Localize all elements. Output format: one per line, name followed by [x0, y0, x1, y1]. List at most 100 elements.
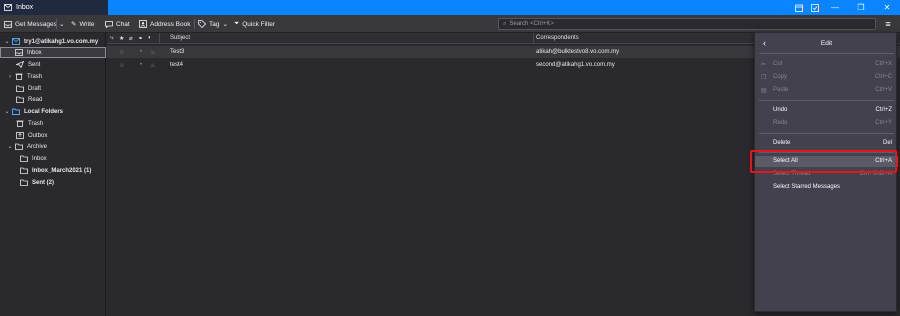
toolbar-divider [194, 19, 195, 29]
read-column-icon[interactable]: ⚭ [138, 35, 143, 42]
close-icon[interactable]: ✕ [876, 0, 898, 15]
menu-item-undo-shortcut: Ctrl+Z [875, 107, 893, 113]
attachment-column-icon[interactable]: ⌀ [129, 35, 133, 42]
menu-item-undo[interactable]: Undo Ctrl+Z [755, 105, 898, 116]
menu-divider [759, 100, 894, 101]
folder-sent-label: Sent [28, 61, 41, 68]
junk-icon[interactable]: ♨ [150, 49, 155, 56]
search-icon: ⌕ [503, 20, 507, 27]
folder-archive-sent-label: Sent (2) [32, 179, 55, 186]
folder-sent[interactable]: Sent [0, 59, 106, 70]
tab-inbox[interactable]: Inbox [0, 0, 108, 15]
menu-item-delete-label: Delete [773, 140, 791, 146]
menu-item-undo-label: Undo [773, 107, 788, 113]
junk-icon[interactable]: ♨ [150, 62, 155, 69]
folder-icon [20, 167, 28, 174]
address-book-button[interactable]: Address Book [139, 17, 190, 31]
read-status-icon[interactable]: • [140, 62, 142, 68]
folder-icon [20, 179, 28, 186]
menu-item-copy-shortcut: Ctrl+C [874, 74, 892, 80]
get-messages-label: Get Messages [15, 20, 57, 28]
quick-filter-label: Quick Filter [242, 20, 276, 28]
get-messages-button[interactable]: Get Messages [4, 17, 57, 31]
app-menu-icon[interactable]: ≡ [882, 18, 894, 30]
minimize-icon[interactable]: — [824, 0, 846, 15]
scissors-icon: ✂ [761, 62, 767, 68]
folder-archive[interactable]: ⌄ Archive [0, 141, 106, 152]
chevron-down-icon[interactable]: ⌄ [6, 143, 14, 150]
message-subject: test4 [170, 62, 184, 68]
chevron-down-icon: ⌄ [222, 21, 228, 28]
menu-item-delete[interactable]: Delete Del [755, 138, 898, 149]
message-correspondent: second@atikahg1.vo.com.my [536, 62, 615, 68]
write-button[interactable]: ✎ Write [71, 17, 95, 31]
local-folders-icon [12, 108, 20, 115]
menu-title: Edit [820, 39, 833, 47]
menu-item-paste[interactable]: ▤ Paste Ctrl+V [755, 85, 898, 96]
toolbar-divider [56, 19, 57, 29]
account-row[interactable]: ⌄ try1@atikahg1.vo.com.my [0, 36, 106, 47]
tasks-icon[interactable] [804, 0, 826, 15]
send-icon [16, 61, 24, 68]
menu-item-copy-label: Copy [773, 74, 788, 80]
correspondents-column-header[interactable]: Correspondents [536, 35, 579, 41]
message-correspondent: atikah@bulktestvo8.vo.com.my [536, 49, 620, 55]
folder-outbox[interactable]: Outbox [0, 130, 106, 141]
folder-inbox[interactable]: Inbox [0, 47, 106, 58]
star-column-icon[interactable]: ★ [119, 35, 124, 42]
folder-draft[interactable]: Draft [0, 83, 106, 94]
star-icon[interactable]: ☆ [119, 62, 124, 69]
folder-archive-inbox[interactable]: Inbox [0, 153, 106, 164]
inbox-icon [15, 49, 23, 56]
folder-read-label: Read [28, 96, 43, 103]
menu-divider [759, 53, 894, 54]
menu-item-cut[interactable]: ✂ Cut Ctrl+X [755, 59, 898, 70]
menu-item-cut-label: Cut [773, 61, 783, 67]
local-folders-label: Local Folders [24, 108, 64, 115]
account-label: try1@atikahg1.vo.com.my [24, 38, 99, 45]
quick-filter-button[interactable]: ⏷ Quick Filter [234, 17, 275, 31]
folder-trash-label: Trash [27, 73, 43, 80]
chat-button[interactable]: Chat [105, 17, 130, 31]
column-divider [159, 33, 160, 44]
trash-icon [15, 73, 23, 80]
chevron-down-icon: ⌄ [4, 39, 10, 45]
folder-trash[interactable]: › Trash [0, 71, 106, 82]
junk-column-icon[interactable]: ◐ [148, 35, 152, 41]
download-icon [4, 20, 12, 28]
subject-column-header[interactable]: Subject [170, 35, 190, 41]
read-status-icon[interactable]: • [140, 49, 142, 55]
folder-read[interactable]: Read [0, 94, 106, 105]
folder-local-trash-label: Trash [28, 120, 44, 127]
message-subject: Test3 [170, 49, 185, 55]
thread-column-icon[interactable]: ⤷ [110, 35, 113, 42]
local-folders-row[interactable]: ⌄ Local Folders [0, 106, 106, 117]
chevron-right-icon[interactable]: › [6, 74, 14, 80]
get-messages-dropdown[interactable]: ⌄ [59, 17, 64, 31]
folder-pane: ⌄ try1@atikahg1.vo.com.my Inbox Sent › T… [0, 33, 106, 316]
menu-item-copy[interactable]: ❐ Copy Ctrl+C [755, 72, 898, 83]
chevron-down-icon: ⌄ [59, 21, 65, 28]
menu-item-select-starred-label: Select Starred Messages [773, 184, 841, 190]
menu-item-paste-shortcut: Ctrl+V [875, 87, 892, 93]
folder-inbox-march[interactable]: Inbox_March2021 (1) [0, 165, 106, 176]
column-divider [533, 33, 534, 44]
folder-archive-label: Archive [27, 143, 48, 150]
folder-icon [20, 155, 28, 162]
star-icon[interactable]: ☆ [119, 49, 124, 56]
menu-item-redo[interactable]: Redo Ctrl+Y [755, 118, 898, 129]
chevron-down-icon: ⌄ [4, 109, 10, 115]
folder-local-trash[interactable]: Trash [0, 118, 106, 129]
folder-archive-inbox-label: Inbox [32, 155, 47, 162]
folder-archive-sent[interactable]: Sent (2) [0, 177, 106, 188]
main-toolbar: Get Messages ⌄ ✎ Write Chat Address Book… [0, 15, 900, 33]
outbox-icon [16, 132, 24, 139]
restore-icon[interactable]: ❐ [850, 0, 872, 15]
search-input[interactable]: ⌕ Search <Ctrl+K> [498, 18, 876, 30]
account-icon [12, 38, 20, 45]
tag-icon [198, 20, 206, 28]
menu-item-select-starred[interactable]: Select Starred Messages [755, 182, 898, 193]
chat-label: Chat [116, 20, 130, 28]
tag-button[interactable]: Tag ⌄ [198, 17, 228, 31]
trash-icon [16, 120, 24, 127]
